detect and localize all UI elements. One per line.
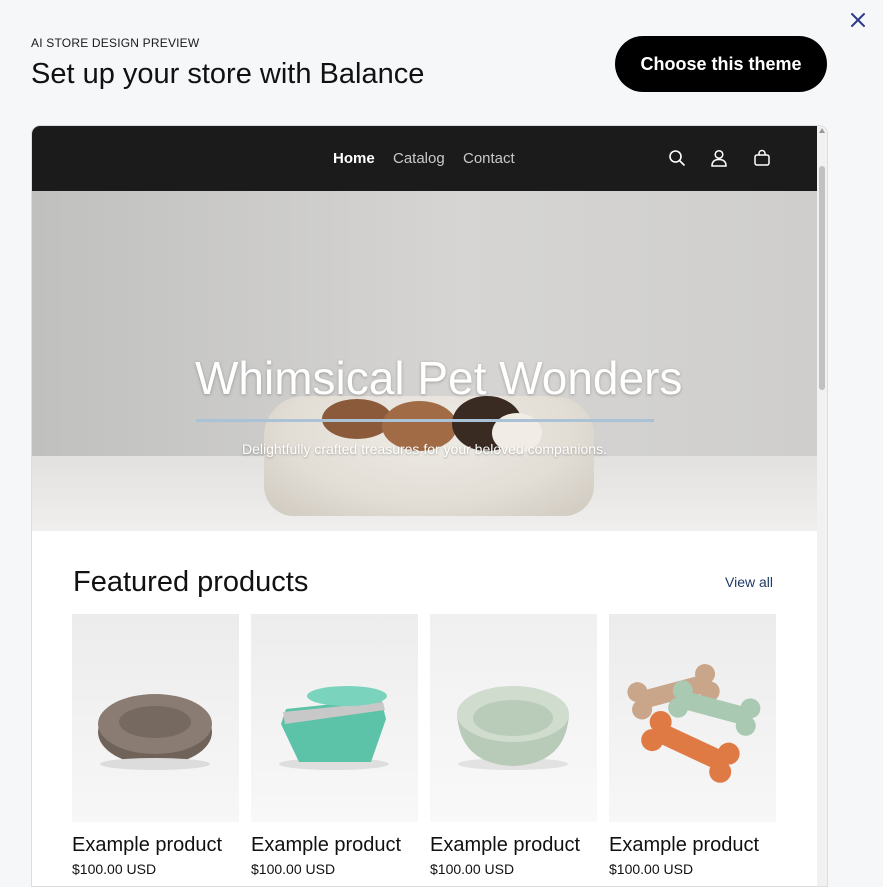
preview-eyebrow: AI STORE DESIGN PREVIEW xyxy=(31,36,200,50)
choose-theme-button[interactable]: Choose this theme xyxy=(615,36,827,92)
page-title: Set up your store with Balance xyxy=(31,58,425,90)
cart-icon[interactable] xyxy=(752,148,772,168)
hero-title-underline xyxy=(196,419,654,422)
pet-bowl-image xyxy=(430,614,597,822)
product-price: $100.00 USD xyxy=(430,861,515,877)
scroll-up-arrow[interactable] xyxy=(819,128,825,133)
featured-title: Featured products xyxy=(73,566,309,598)
product-card[interactable]: Example product $100.00 USD xyxy=(609,614,776,877)
product-price: $100.00 USD xyxy=(609,861,694,877)
product-card[interactable]: Example product $100.00 USD xyxy=(251,614,418,877)
product-name: Example product xyxy=(251,834,402,856)
store-preview: Home Catalog Contact Whimsical Pet Wonde… xyxy=(31,125,828,887)
search-icon[interactable] xyxy=(667,148,687,168)
hero-banner: Whimsical Pet Wonders Delightfully craft… xyxy=(32,191,817,531)
hero-title: Whimsical Pet Wonders xyxy=(195,352,683,404)
product-name: Example product xyxy=(72,834,223,856)
store-header: Home Catalog Contact xyxy=(32,126,817,191)
product-name: Example product xyxy=(430,834,581,856)
litter-box-image xyxy=(251,614,418,822)
close-button[interactable] xyxy=(846,8,870,32)
product-card[interactable]: Example product $100.00 USD xyxy=(72,614,239,877)
hero-subtitle: Delightfully crafted treasures for your … xyxy=(242,441,607,457)
scroll-thumb[interactable] xyxy=(819,166,825,390)
view-all-link[interactable]: View all xyxy=(725,574,773,590)
preview-scrollbar[interactable] xyxy=(817,126,827,886)
product-name: Example product xyxy=(609,834,760,856)
nav-catalog[interactable]: Catalog xyxy=(393,150,445,167)
product-price: $100.00 USD xyxy=(72,861,157,877)
account-icon[interactable] xyxy=(709,148,729,168)
nav-contact[interactable]: Contact xyxy=(463,150,515,167)
product-price: $100.00 USD xyxy=(251,861,336,877)
product-card[interactable]: Example product $100.00 USD xyxy=(430,614,597,877)
bone-toys-image xyxy=(609,614,776,822)
nav-home[interactable]: Home xyxy=(333,150,375,167)
pet-bed-image xyxy=(72,614,239,822)
close-icon xyxy=(851,13,865,27)
